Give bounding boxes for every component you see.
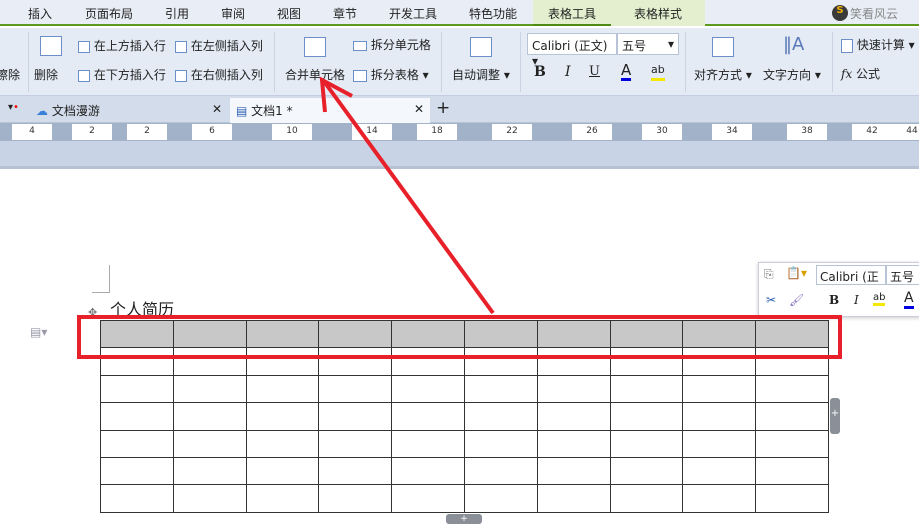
arrow-shaft	[321, 78, 495, 315]
highlight-rectangle	[77, 315, 842, 359]
annotation-overlay	[77, 76, 842, 359]
